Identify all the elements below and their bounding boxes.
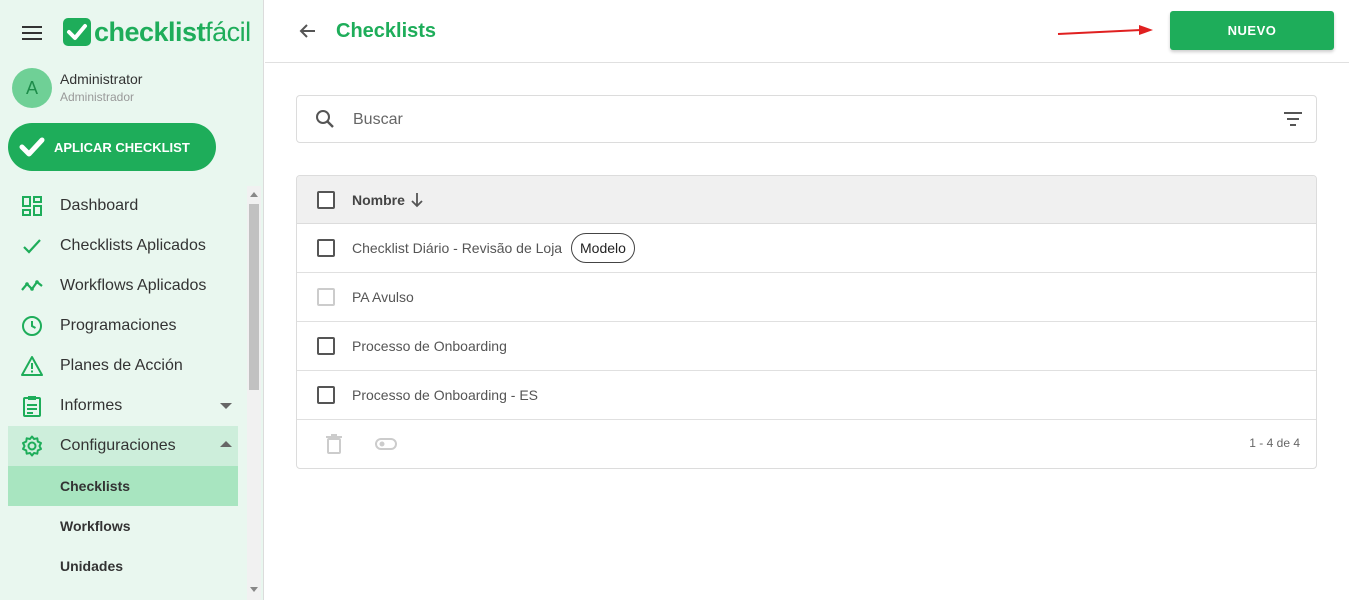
table-row[interactable]: PA Avulso [297, 273, 1316, 322]
sidebar-subitem-workflows[interactable]: Workflows [0, 506, 248, 546]
scroll-down-icon[interactable] [250, 587, 258, 592]
logo: checklistfácil [63, 15, 251, 49]
sidebar-item-label: Checklists Aplicados [60, 237, 206, 254]
sidebar-subitem-checklists[interactable]: Checklists [8, 466, 238, 506]
sidebar-item-label: Informes [60, 397, 123, 414]
sidebar-item-dashboard[interactable]: Dashboard [0, 186, 248, 226]
row-name[interactable]: Processo de Onboarding - ES [352, 387, 538, 403]
search-bar [296, 95, 1317, 143]
sidebar-item-label: Planes de Acción [60, 357, 183, 374]
filter-icon[interactable] [1283, 112, 1303, 126]
table-header: Nombre [297, 176, 1316, 224]
page-header: Checklists NUEVO [265, 0, 1349, 63]
warning-icon [21, 356, 43, 376]
trash-icon[interactable] [325, 434, 343, 454]
sidebar-item-applied-checklists[interactable]: Checklists Aplicados [0, 226, 248, 266]
sidebar-item-label: Programaciones [60, 317, 177, 334]
apply-checklist-label: APLICAR CHECKLIST [54, 139, 190, 155]
column-name-header[interactable]: Nombre [352, 192, 405, 208]
user-role: Administrador [60, 90, 135, 104]
sidebar: checklistfácil A Administrator Administr… [0, 0, 264, 600]
search-input[interactable] [353, 108, 1253, 132]
logo-check-icon [63, 18, 91, 46]
clock-icon [22, 316, 42, 336]
menu-icon[interactable] [22, 25, 42, 41]
gear-icon [22, 435, 42, 457]
check-icon [23, 239, 41, 254]
sidebar-item-label: Workflows Aplicados [60, 277, 207, 294]
sidebar-item-reports[interactable]: Informes [0, 386, 248, 426]
dashboard-icon [22, 196, 42, 216]
new-button[interactable]: NUEVO [1170, 11, 1334, 50]
back-arrow-icon[interactable] [298, 21, 318, 41]
annotation-arrow-icon [1057, 25, 1153, 35]
sidebar-subitem-label: Unidades [60, 558, 124, 574]
page-title: Checklists [336, 20, 437, 42]
row-checkbox[interactable] [317, 288, 335, 306]
row-checkbox[interactable] [317, 386, 335, 404]
template-badge: Modelo [571, 233, 635, 263]
sidebar-nav: Dashboard Checklists Aplicados Workflows… [0, 186, 248, 586]
logo-text: checklistfácil [94, 16, 251, 47]
search-icon [316, 110, 334, 128]
sidebar-item-label: Configuraciones [60, 437, 176, 454]
table-row[interactable]: Processo de Onboarding [297, 322, 1316, 371]
toggle-icon[interactable] [375, 438, 397, 450]
sidebar-scrollbar[interactable] [247, 186, 261, 600]
sidebar-item-applied-workflows[interactable]: Workflows Aplicados [0, 266, 248, 306]
sidebar-subitem-label: Workflows [60, 518, 131, 534]
sidebar-subitem-units[interactable]: Unidades [0, 546, 248, 586]
check-icon [19, 137, 45, 157]
row-checkbox[interactable] [317, 337, 335, 355]
sidebar-item-settings[interactable]: Configuraciones [8, 426, 238, 466]
scroll-up-icon[interactable] [250, 192, 258, 197]
scrollbar-thumb[interactable] [249, 204, 259, 390]
chevron-down-icon [220, 403, 232, 409]
sidebar-item-schedules[interactable]: Programaciones [0, 306, 248, 346]
table-row[interactable]: Checklist Diário - Revisão de Loja Model… [297, 224, 1316, 273]
row-name[interactable]: Processo de Onboarding [352, 338, 507, 354]
chevron-up-icon [220, 441, 232, 447]
user-name: Administrator [60, 71, 143, 87]
apply-checklist-button[interactable]: APLICAR CHECKLIST [8, 123, 216, 171]
clipboard-icon [23, 396, 41, 417]
table-row[interactable]: Processo de Onboarding - ES [297, 371, 1316, 420]
sidebar-item-action-plans[interactable]: Planes de Acción [0, 346, 248, 386]
row-checkbox[interactable] [317, 239, 335, 257]
trending-icon [21, 280, 43, 291]
row-name[interactable]: Checklist Diário - Revisão de Loja [352, 240, 562, 256]
sidebar-item-label: Dashboard [60, 197, 139, 214]
checklists-table: Nombre Checklist Diário - Revisão de Loj… [296, 175, 1317, 469]
select-all-checkbox[interactable] [317, 191, 335, 209]
row-name[interactable]: PA Avulso [352, 289, 414, 305]
table-footer: 1 - 4 de 4 [297, 420, 1316, 468]
sort-arrow-down-icon[interactable] [410, 192, 424, 208]
avatar[interactable]: A [12, 68, 52, 108]
pagination-label: 1 - 4 de 4 [1249, 436, 1300, 450]
sidebar-subitem-label: Checklists [60, 478, 131, 494]
